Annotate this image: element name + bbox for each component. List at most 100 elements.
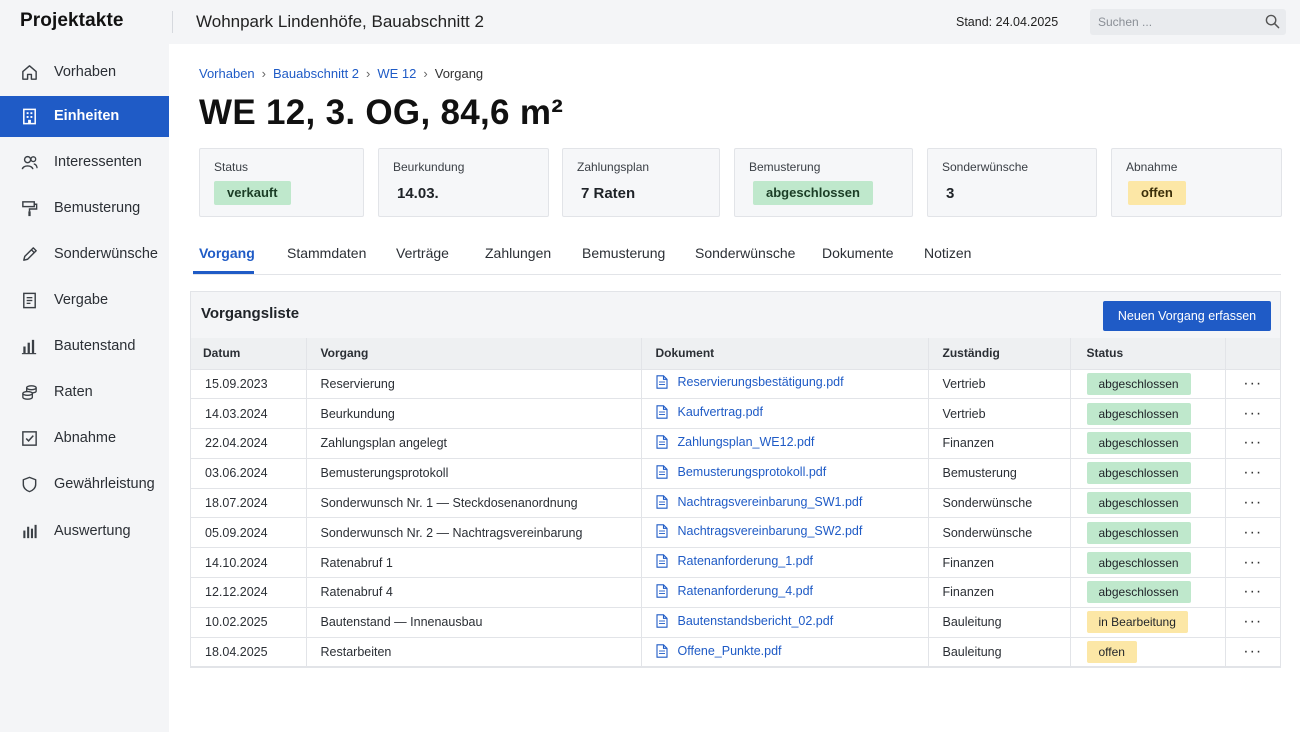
cell-actions: ···	[1225, 577, 1281, 608]
sidebar-item-bautenstand[interactable]: Bautenstand	[0, 326, 169, 367]
search-input[interactable]	[1098, 13, 1258, 31]
more-actions-icon[interactable]: ···	[1226, 375, 1281, 391]
document-link[interactable]: Zahlungsplan_WE12.pdf	[655, 435, 814, 449]
cell-status: abgeschlossen	[1070, 398, 1226, 430]
tab-dokumente[interactable]: Dokumente	[822, 245, 894, 261]
tab-vertraege[interactable]: Verträge	[396, 245, 449, 261]
tab-sonderwuensche[interactable]: Sonderwünsche	[695, 245, 795, 261]
search-box[interactable]	[1090, 9, 1286, 35]
more-actions-icon[interactable]: ···	[1226, 584, 1281, 600]
cell-status: abgeschlossen	[1070, 488, 1226, 519]
cell-status: offen	[1070, 637, 1226, 668]
document-link[interactable]: Ratenanforderung_4.pdf	[655, 584, 813, 598]
column-header-status[interactable]: Status	[1070, 338, 1226, 370]
table-row[interactable]: 12.12.2024 Ratenabruf 4 Ratenanforderung_4…	[191, 577, 1281, 608]
summary-card-beurkundung: Beurkundung 14.03.	[378, 148, 549, 217]
cell-status: abgeschlossen	[1070, 547, 1226, 579]
more-actions-icon[interactable]: ···	[1226, 465, 1281, 481]
document-link[interactable]: Nachtragsvereinbarung_SW1.pdf	[655, 495, 862, 509]
sidebar-item-einheiten[interactable]: Einheiten	[0, 96, 169, 137]
sidebar-item-abnahme[interactable]: Abnahme	[0, 418, 169, 459]
sidebar-item-label: Sonderwünsche	[54, 246, 158, 262]
status-badge: abgeschlossen	[1086, 462, 1191, 485]
more-actions-icon[interactable]: ···	[1226, 554, 1281, 570]
document-link[interactable]: Kaufvertrag.pdf	[655, 405, 763, 419]
sidebar-item-auswertung[interactable]: Auswertung	[0, 511, 169, 552]
column-header-dokument[interactable]: Dokument	[641, 338, 929, 370]
cell-status: abgeschlossen	[1070, 517, 1226, 549]
cell-dokument: Kaufvertrag.pdf	[641, 398, 929, 430]
more-actions-icon[interactable]: ···	[1226, 614, 1281, 630]
more-actions-icon[interactable]: ···	[1226, 495, 1281, 511]
cell-datum: 10.02.2025	[191, 607, 307, 638]
sidebar-item-bemusterung[interactable]: Bemusterung	[0, 188, 169, 229]
table-row[interactable]: 03.06.2024 Bemusterungsprotokoll Bemusteru…	[191, 458, 1281, 489]
app-name: Projektakte	[20, 10, 124, 31]
column-header-vorgang[interactable]: Vorgang	[306, 338, 642, 370]
breadcrumb-link[interactable]: WE 12	[377, 66, 416, 81]
document-name: Offene_Punkte.pdf	[677, 643, 782, 658]
breadcrumb-link[interactable]: Vorhaben	[199, 66, 255, 81]
table-row[interactable]: 14.03.2024 Beurkundung Kaufvertrag.pdf Vert…	[191, 398, 1281, 430]
sidebar-item-vorhaben[interactable]: Vorhaben	[0, 52, 169, 93]
table-row[interactable]: 15.09.2023 Reservierung Reservierungsbestä…	[191, 369, 1281, 400]
sidebar-item-gewaehrleistung[interactable]: Gewährleistung	[0, 464, 169, 505]
cell-actions: ···	[1225, 428, 1281, 459]
tab-notizen[interactable]: Notizen	[924, 245, 971, 261]
card-label: Abnahme	[1126, 160, 1178, 174]
cell-actions: ···	[1225, 369, 1281, 400]
file-icon	[655, 375, 668, 390]
chevron-right-icon: ›	[366, 66, 371, 81]
card-value: 3	[946, 185, 955, 202]
cell-vorgang: Ratenabruf 1	[306, 547, 642, 579]
table-row[interactable]: 10.02.2025 Bautenstand — Innenausbau Baute…	[191, 607, 1281, 638]
sidebar-item-label: Abnahme	[54, 430, 117, 446]
table-row[interactable]: 18.04.2025 Restarbeiten Offene_Punkte.pdf B…	[191, 637, 1281, 668]
document-link[interactable]: Nachtragsvereinbarung_SW2.pdf	[655, 524, 862, 538]
tab-bemusterung[interactable]: Bemusterung	[582, 245, 665, 261]
cell-dokument: Ratenanforderung_1.pdf	[641, 547, 929, 579]
cell-vorgang: Bautenstand — Innenausbau	[306, 607, 642, 638]
table-row[interactable]: 22.04.2024 Zahlungsplan angelegt Zahlungsp…	[191, 428, 1281, 459]
sidebar-item-label: Vergabe	[54, 292, 109, 308]
cell-actions: ···	[1225, 637, 1281, 668]
more-actions-icon[interactable]: ···	[1226, 644, 1281, 660]
table-row[interactable]: 14.10.2024 Ratenabruf 1 Ratenanforderung_1…	[191, 547, 1281, 579]
table-row[interactable]: 18.07.2024 Sonderwunsch Nr. 1 — Steckdose…	[191, 488, 1281, 519]
sidebar-item-sonderwuensche[interactable]: Sonderwünsche	[0, 234, 169, 275]
cell-zustaendig: Vertrieb	[928, 398, 1071, 430]
column-header-datum[interactable]: Datum	[191, 338, 307, 370]
table-row[interactable]: 05.09.2024 Sonderwunsch Nr. 2 — Nachtrags…	[191, 517, 1281, 549]
file-icon	[655, 405, 668, 419]
divider	[172, 11, 173, 33]
more-actions-icon[interactable]: ···	[1226, 524, 1281, 540]
document-link[interactable]: Bautenstandsbericht_02.pdf	[655, 614, 833, 628]
sidebar-item-vergabe[interactable]: Vergabe	[0, 280, 169, 321]
cell-vorgang: Beurkundung	[306, 398, 642, 430]
document-link[interactable]: Reservierungsbestätigung.pdf	[655, 375, 844, 390]
tab-zahlungen[interactable]: Zahlungen	[485, 245, 551, 261]
sidebar-item-interessenten[interactable]: Interessenten	[0, 142, 169, 183]
cell-status: abgeschlossen	[1070, 428, 1226, 459]
cell-zustaendig: Sonderwünsche	[928, 488, 1071, 519]
tab-vorgang[interactable]: Vorgang	[199, 245, 255, 261]
search-icon[interactable]	[1265, 14, 1280, 29]
new-vorgang-button[interactable]: Neuen Vorgang erfassen	[1103, 301, 1271, 331]
document-link[interactable]: Ratenanforderung_1.pdf	[655, 554, 813, 568]
cell-status: abgeschlossen	[1070, 577, 1226, 608]
summary-card-bemusterung: Bemusterung abgeschlossen	[734, 148, 913, 217]
tab-stammdaten[interactable]: Stammdaten	[287, 245, 366, 261]
document-link[interactable]: Offene_Punkte.pdf	[655, 643, 782, 658]
more-actions-icon[interactable]: ···	[1226, 405, 1281, 421]
cell-vorgang: Ratenabruf 4	[306, 577, 642, 608]
more-actions-icon[interactable]: ···	[1226, 435, 1281, 451]
cell-datum: 22.04.2024	[191, 428, 307, 459]
sidebar-item-raten[interactable]: Raten	[0, 372, 169, 413]
sidebar-item-label: Auswertung	[54, 523, 131, 539]
column-header-zustaendig[interactable]: Zuständig	[928, 338, 1071, 370]
breadcrumb-link[interactable]: Bauabschnitt 2	[273, 66, 359, 81]
cell-zustaendig: Bauleitung	[928, 637, 1071, 668]
document-link[interactable]: Bemusterungsprotokoll.pdf	[655, 465, 826, 479]
column-header-actions	[1225, 338, 1280, 370]
top-bar: Projektakte Wohnpark Lindenhöfe, Bauabsc…	[0, 0, 1300, 44]
